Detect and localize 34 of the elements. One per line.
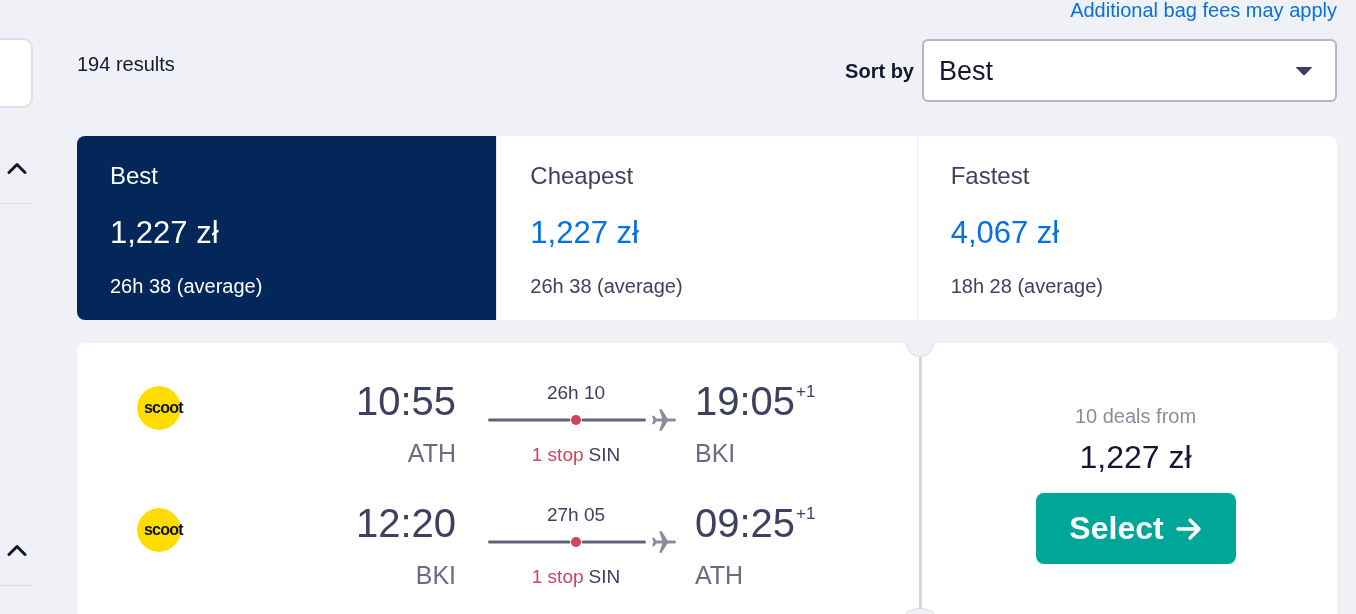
stop-count: 1 stop — [531, 566, 584, 588]
airport-code: BKI — [415, 561, 456, 589]
deals-count: 10 deals from — [1074, 404, 1197, 428]
sort-tab[interactable]: Fastest 4,067 zł 18h 28 (average) — [916, 136, 1337, 320]
results-count: 194 results — [77, 53, 175, 75]
sort-label: Sort by — [845, 58, 914, 83]
stop-count: 1 stop — [531, 444, 584, 466]
sidebar-panel — [0, 38, 33, 108]
flight-duration: 26h 10 — [545, 382, 607, 404]
departure-time: 10:55 — [355, 379, 456, 423]
bag-fees-link[interactable]: Additional bag fees may apply — [1070, 0, 1337, 20]
arrow-right-icon — [1175, 516, 1202, 541]
day-offset: +1 — [796, 382, 816, 402]
departure-time: 12:20 — [355, 501, 456, 545]
stop-airport: SIN — [588, 566, 621, 588]
deal-price: 1,227 zł — [1079, 438, 1192, 476]
day-offset: +1 — [796, 504, 816, 524]
sort-tab[interactable]: Best 1,227 zł 26h 38 (average) — [77, 136, 497, 320]
chevron-up-icon[interactable] — [7, 544, 27, 556]
flight-duration: 27h 05 — [545, 504, 607, 526]
arrival-time: 09:25 — [695, 501, 796, 545]
airport-code: BKI — [695, 439, 736, 467]
chevron-up-icon[interactable] — [7, 162, 27, 174]
sort-tab[interactable]: Cheapest 1,227 zł 26h 38 (average) — [496, 136, 917, 320]
stop-dot-icon — [571, 537, 581, 547]
airplane-icon — [652, 409, 676, 431]
airport-code: ATH — [695, 561, 744, 589]
airplane-icon — [652, 531, 676, 553]
stop-airport: SIN — [588, 444, 621, 466]
stop-dot-icon — [571, 415, 581, 425]
arrival-time: 19:05 — [695, 379, 796, 423]
airport-code: ATH — [407, 439, 456, 467]
sort-select[interactable]: Best — [922, 39, 1337, 102]
caret-down-icon — [1295, 65, 1313, 76]
